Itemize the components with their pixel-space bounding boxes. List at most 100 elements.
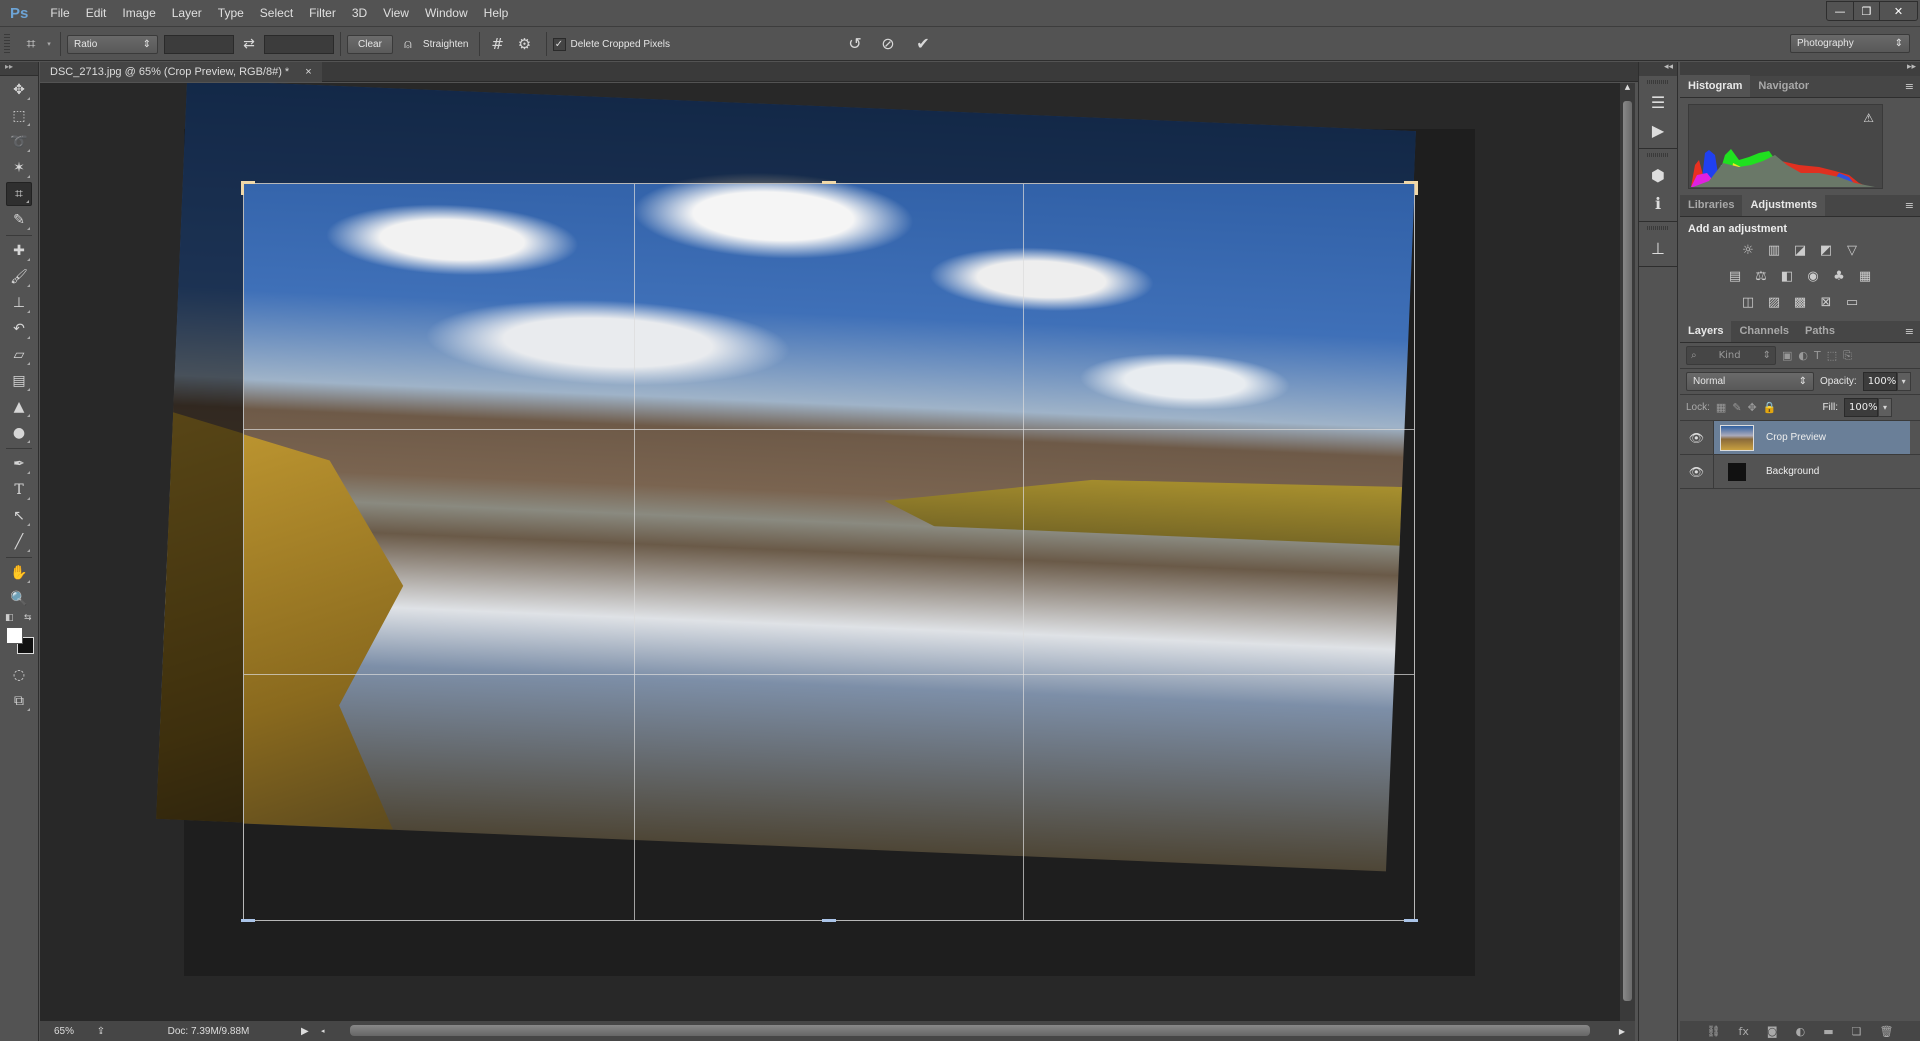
workspace-select[interactable]: Photography ⇕: [1790, 34, 1910, 53]
menu-layer[interactable]: Layer: [164, 6, 210, 20]
panel-menu-icon[interactable]: ≡: [1905, 199, 1914, 212]
status-menu-arrow-icon[interactable]: ▶: [301, 1026, 321, 1037]
close-document-icon[interactable]: ×: [305, 66, 311, 78]
opacity-dropdown-icon[interactable]: ▾: [1896, 372, 1911, 391]
zoom-level[interactable]: 65%: [40, 1026, 86, 1037]
gear-icon[interactable]: ⚙: [510, 35, 540, 53]
photo-filter-icon[interactable]: ◉: [1804, 267, 1822, 285]
exposure-icon[interactable]: ◩: [1817, 241, 1835, 259]
layer-row[interactable]: 👁 Crop Preview: [1680, 421, 1920, 455]
menu-image[interactable]: Image: [114, 6, 163, 20]
visibility-eye-icon[interactable]: 👁: [1680, 421, 1714, 454]
hand-tool-icon[interactable]: ✋: [6, 561, 32, 585]
properties-panel-icon[interactable]: ⬢: [1639, 161, 1677, 189]
fill-input[interactable]: 100%: [1844, 398, 1879, 417]
history-panel-icon[interactable]: ☰: [1639, 88, 1677, 116]
magic-wand-tool-icon[interactable]: ✶: [6, 156, 32, 180]
canvas-area[interactable]: [40, 83, 1620, 1021]
crop-handle-top[interactable]: [822, 181, 836, 184]
selective-color-icon[interactable]: ⊠: [1817, 293, 1835, 311]
overlay-grid-icon[interactable]: #: [486, 35, 510, 53]
share-icon[interactable]: ⇪: [86, 1026, 116, 1037]
gradient-map-icon[interactable]: ▭: [1843, 293, 1861, 311]
image-canvas[interactable]: [156, 83, 1475, 976]
tab-adjustments[interactable]: Adjustments: [1742, 194, 1826, 216]
brightness-contrast-icon[interactable]: ☼: [1739, 241, 1757, 259]
vibrance-icon[interactable]: ▽: [1843, 241, 1861, 259]
lock-position-icon[interactable]: ✥: [1748, 401, 1757, 414]
minimize-button[interactable]: —: [1827, 2, 1853, 20]
menu-window[interactable]: Window: [417, 6, 476, 20]
filter-type-icon[interactable]: T: [1814, 349, 1821, 362]
horizontal-scroll-thumb[interactable]: [350, 1025, 1590, 1036]
dodge-tool-icon[interactable]: ●: [6, 421, 32, 445]
visibility-eye-icon[interactable]: 👁: [1680, 455, 1714, 488]
reset-crop-icon[interactable]: ↺: [843, 34, 867, 53]
straighten-icon[interactable]: ⍝: [393, 37, 423, 52]
crop-height-input[interactable]: [264, 34, 334, 54]
dock-collapse-icon[interactable]: ◂◂: [1639, 62, 1677, 76]
menu-3d[interactable]: 3D: [344, 6, 375, 20]
restore-button[interactable]: ❐: [1853, 2, 1879, 20]
menu-view[interactable]: View: [375, 6, 417, 20]
tab-histogram[interactable]: Histogram: [1680, 75, 1751, 97]
lock-image-icon[interactable]: ✎: [1732, 401, 1741, 414]
path-selection-tool-icon[interactable]: ↖: [6, 504, 32, 528]
tab-navigator[interactable]: Navigator: [1750, 75, 1817, 97]
filter-adjustment-icon[interactable]: ◐: [1798, 349, 1808, 362]
warning-icon[interactable]: ⚠: [1863, 111, 1874, 125]
swap-colors-icon[interactable]: ⇆: [24, 613, 32, 623]
crop-tool-icon[interactable]: ⌗: [6, 182, 32, 206]
ratio-select[interactable]: Ratio ⇕: [67, 34, 158, 54]
panel-menu-icon[interactable]: ≡: [1905, 80, 1914, 93]
crop-icon[interactable]: ⌗: [18, 34, 44, 54]
foreground-color-swatch[interactable]: [6, 627, 23, 644]
menu-file[interactable]: File: [42, 6, 77, 20]
move-tool-icon[interactable]: ✥: [6, 78, 32, 102]
lasso-tool-icon[interactable]: ➰: [6, 130, 32, 154]
new-adjustment-layer-icon[interactable]: ◐: [1796, 1025, 1806, 1038]
vertical-scroll-thumb[interactable]: [1623, 101, 1632, 1001]
layer-kind-filter[interactable]: ⌕ Kind ⇕: [1686, 346, 1776, 365]
actions-panel-icon[interactable]: ▶: [1639, 116, 1677, 144]
fill-dropdown-icon[interactable]: ▾: [1878, 398, 1893, 417]
color-balance-icon[interactable]: ⚖: [1752, 267, 1770, 285]
tool-preset-chevron-icon[interactable]: ▾: [44, 40, 54, 48]
eyedropper-tool-icon[interactable]: ✎: [6, 208, 32, 232]
toolbox-collapse[interactable]: ▸▸: [0, 62, 38, 76]
menu-select[interactable]: Select: [252, 6, 301, 20]
blur-tool-icon[interactable]: ▲: [6, 395, 32, 419]
clone-source-panel-icon[interactable]: ⊥: [1639, 234, 1677, 262]
type-tool-icon[interactable]: T: [6, 478, 32, 502]
info-panel-icon[interactable]: ℹ: [1639, 189, 1677, 217]
delete-layer-icon[interactable]: 🗑: [1879, 1025, 1893, 1038]
vertical-scrollbar[interactable]: ▲: [1620, 83, 1635, 1021]
crop-handle-bottom-left[interactable]: [241, 919, 255, 922]
link-layers-icon[interactable]: ⛓: [1707, 1025, 1721, 1038]
filter-pixel-icon[interactable]: ▣: [1782, 349, 1792, 362]
clone-stamp-tool-icon[interactable]: ⊥: [6, 291, 32, 315]
crop-width-input[interactable]: [164, 34, 234, 54]
invert-icon[interactable]: ◫: [1739, 293, 1757, 311]
add-mask-icon[interactable]: ◙: [1767, 1025, 1778, 1038]
eraser-tool-icon[interactable]: ▱: [6, 343, 32, 367]
close-button[interactable]: ✕: [1879, 2, 1917, 20]
menu-type[interactable]: Type: [210, 6, 252, 20]
scroll-up-icon[interactable]: ▲: [1620, 83, 1635, 97]
opacity-input[interactable]: 100%: [1862, 372, 1897, 391]
straighten-button[interactable]: Straighten: [423, 39, 469, 50]
crop-handle-bottom-right[interactable]: [1404, 919, 1418, 922]
zoom-tool-icon[interactable]: 🔍: [6, 587, 32, 611]
line-tool-icon[interactable]: ╱: [6, 530, 32, 554]
black-white-icon[interactable]: ◧: [1778, 267, 1796, 285]
hue-saturation-icon[interactable]: ▤: [1726, 267, 1744, 285]
clear-button[interactable]: Clear: [347, 34, 393, 54]
options-grip[interactable]: [4, 34, 10, 54]
lock-all-icon[interactable]: 🔒: [1763, 401, 1777, 414]
swap-icon[interactable]: ⇄: [234, 36, 264, 52]
panel-menu-icon[interactable]: ≡: [1905, 325, 1914, 338]
lock-transparent-icon[interactable]: ▦: [1716, 401, 1726, 414]
gradient-tool-icon[interactable]: ▤: [6, 369, 32, 393]
menu-filter[interactable]: Filter: [301, 6, 344, 20]
posterize-icon[interactable]: ▨: [1765, 293, 1783, 311]
